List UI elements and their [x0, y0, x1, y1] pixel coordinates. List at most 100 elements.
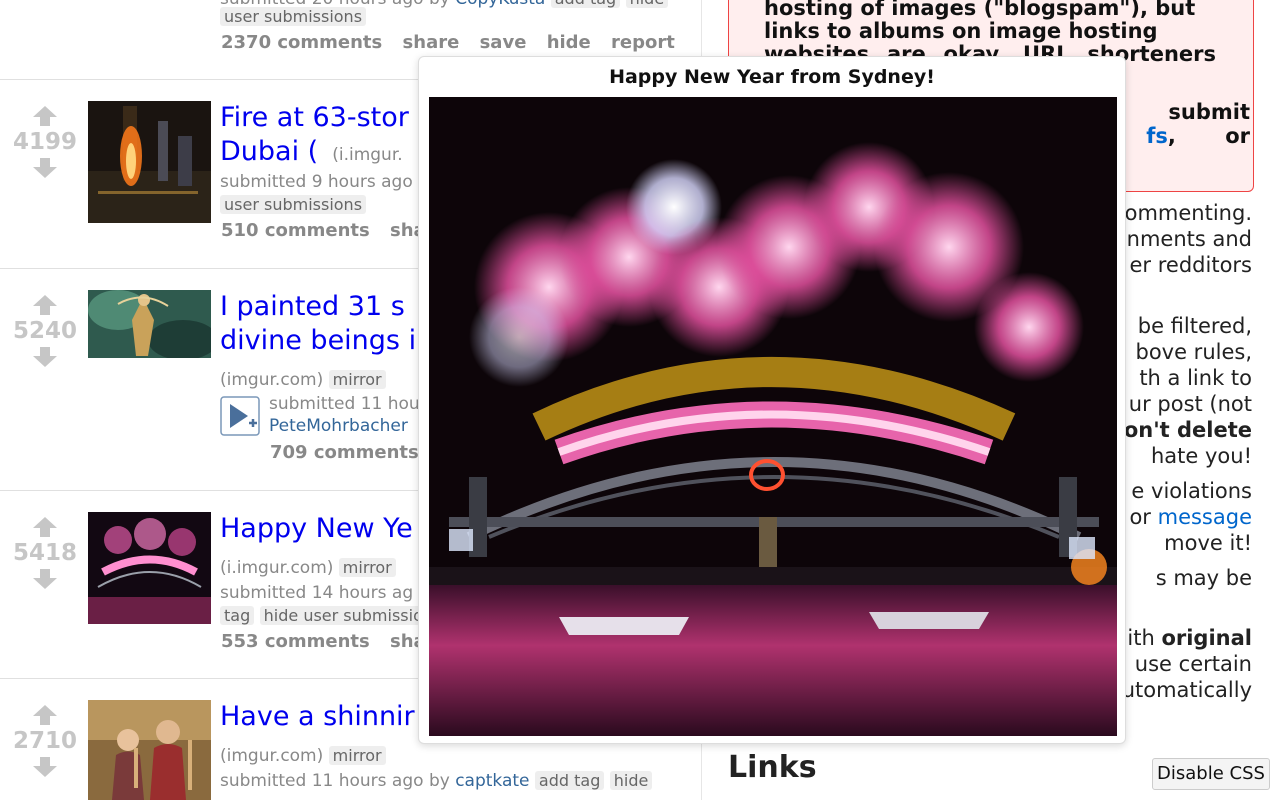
add-tag-button[interactable]: add tag — [550, 0, 621, 8]
comments-link[interactable]: 510 comments — [221, 220, 370, 241]
post-meta-line2: user submissions — [220, 6, 367, 28]
share-button[interactable]: share — [403, 32, 460, 53]
post-buttons: 709 comments — [270, 442, 433, 463]
post-buttons: 2370 comments share save hide report — [221, 32, 689, 53]
upvote-arrow-icon[interactable] — [31, 703, 59, 727]
downvote-arrow-icon[interactable] — [31, 567, 59, 591]
post-buttons: 553 comments sha — [221, 631, 440, 652]
rule-fs-link[interactable]: fs — [1146, 124, 1168, 148]
rule-line: hosting of images ("blogspam"), but — [764, 0, 1196, 20]
post-domain-line: (i.imgur.com) mirror — [220, 557, 396, 579]
comments-link[interactable]: 709 comments — [270, 442, 419, 463]
hide-tag-button[interactable]: hide — [625, 0, 669, 8]
rule-line: links to albums on image hosting — [764, 19, 1158, 43]
downvote-arrow-icon[interactable] — [31, 755, 59, 779]
popup-image[interactable] — [429, 97, 1117, 736]
thumbnail-image — [88, 512, 211, 624]
score: 5418 — [12, 540, 77, 566]
sidebar-text: th a link to — [1139, 366, 1252, 390]
hide-user-submissions-button[interactable]: hide user submissio — [259, 606, 427, 625]
mirror-link[interactable]: mirror — [328, 746, 386, 765]
author-link[interactable]: PeteMohrbacher — [269, 416, 408, 436]
post-title-link[interactable]: Have a shinnir — [220, 700, 415, 734]
links-heading: Links — [728, 750, 817, 785]
hide-user-submissions-button[interactable]: user submissions — [220, 7, 367, 26]
thumbnail[interactable] — [88, 101, 211, 223]
mirror-link[interactable]: mirror — [338, 558, 396, 577]
downvote-arrow-icon[interactable] — [31, 156, 59, 180]
post-meta: submitted 14 hours ag — [220, 583, 414, 603]
post-title-link-line2[interactable]: divine beings i — [220, 324, 416, 358]
upvote-arrow-icon[interactable] — [31, 293, 59, 317]
popup-title: Happy New Year from Sydney! — [609, 66, 935, 88]
downvote-arrow-icon[interactable] — [31, 345, 59, 369]
image-preview-popup: Happy New Year from Sydney! — [418, 56, 1126, 744]
post-meta-line2: user submissions — [220, 194, 367, 216]
sidebar-text: utomatically — [1121, 678, 1252, 702]
hide-button[interactable]: hide — [547, 32, 591, 53]
message-link[interactable]: message — [1158, 505, 1252, 529]
post-domain-line: (imgur.com) mirror — [220, 745, 386, 767]
score: 5240 — [12, 318, 77, 344]
sidebar-text: use certain — [1134, 652, 1252, 676]
post-title-link[interactable]: Happy New Ye — [220, 512, 413, 546]
comments-link[interactable]: 2370 comments — [221, 32, 382, 53]
thumbnail[interactable] — [88, 512, 211, 624]
sidebar-text: or — [1129, 505, 1151, 529]
sidebar-text: er redditors — [1129, 253, 1252, 277]
post-title-link-line2[interactable]: Dubai ( (i.imgur. — [220, 135, 403, 172]
author-link[interactable]: captkate — [455, 771, 529, 791]
vote-box: 4199 — [0, 104, 90, 180]
upvote-arrow-icon[interactable] — [31, 515, 59, 539]
sidebar-text: hate you! — [1150, 444, 1252, 468]
hide-user-submissions-button[interactable]: user submissions — [220, 195, 367, 214]
thumbnail-image — [88, 290, 211, 358]
post-title-link[interactable]: Fire at 63-stor — [220, 101, 409, 135]
rule-or-text: or — [1225, 124, 1250, 148]
post-domain-line: (imgur.com) mirror — [220, 369, 386, 391]
video-play-icon[interactable] — [220, 396, 260, 436]
sidebar-text: ith — [1127, 626, 1155, 650]
thumbnail-image — [88, 101, 211, 223]
post-domain[interactable]: (i.imgur.com) — [220, 558, 333, 578]
sidebar-text: nments and — [1126, 227, 1252, 251]
add-tag-button[interactable]: tag — [220, 606, 255, 625]
post-buttons: 510 comments sha — [221, 220, 440, 241]
report-button[interactable]: report — [611, 32, 675, 53]
post-meta-line2: tag hide user submissio — [220, 605, 427, 627]
post-title-text: Dubai ( — [220, 136, 319, 167]
vote-box: 5240 — [0, 293, 90, 369]
comments-link[interactable]: 553 comments — [221, 631, 370, 652]
post-meta-line2: PeteMohrbacher — [269, 415, 408, 437]
author-link[interactable]: CopyKusta — [455, 0, 545, 9]
upvote-arrow-icon[interactable] — [31, 104, 59, 128]
sidebar-text: be filtered, — [1137, 314, 1252, 338]
post-title-text: Fire at 63-stor — [220, 102, 409, 133]
save-button[interactable]: save — [480, 32, 527, 53]
sidebar-original-line: ith original — [1127, 625, 1252, 651]
thumbnail-image — [88, 700, 211, 800]
thumbnail[interactable] — [88, 700, 211, 800]
post-domain[interactable]: (imgur.com) — [220, 746, 323, 766]
score: 4199 — [12, 129, 77, 155]
disable-css-button[interactable]: Disable CSS — [1152, 758, 1270, 790]
add-tag-button[interactable]: add tag — [534, 771, 605, 790]
sidebar-text: ommenting. — [1124, 201, 1252, 225]
post-meta: submitted 11 hou — [269, 394, 420, 414]
post-domain[interactable]: (imgur.com) — [220, 370, 323, 390]
post-title-link[interactable]: I painted 31 s — [220, 290, 405, 324]
post-title-text: Happy New Ye — [220, 513, 413, 544]
rule-submit-text: submit — [1168, 100, 1250, 124]
post-domain[interactable]: (i.imgur. — [332, 145, 402, 165]
sidebar-text: ur post (not — [1128, 392, 1252, 416]
sidebar-text: move it! — [1164, 531, 1252, 555]
thumbnail[interactable] — [88, 290, 211, 358]
hide-tag-button[interactable]: hide — [609, 771, 653, 790]
sidebar-text: s may be — [1155, 566, 1252, 590]
submitted-text: submitted 11 hours ago by — [220, 771, 450, 791]
rule-fs-line: fs, or — [1146, 124, 1250, 148]
sidebar-text: bove rules, — [1135, 340, 1252, 364]
mirror-link[interactable]: mirror — [328, 370, 386, 389]
fireworks-image — [429, 97, 1117, 736]
post-title-text: divine beings i — [220, 325, 417, 356]
